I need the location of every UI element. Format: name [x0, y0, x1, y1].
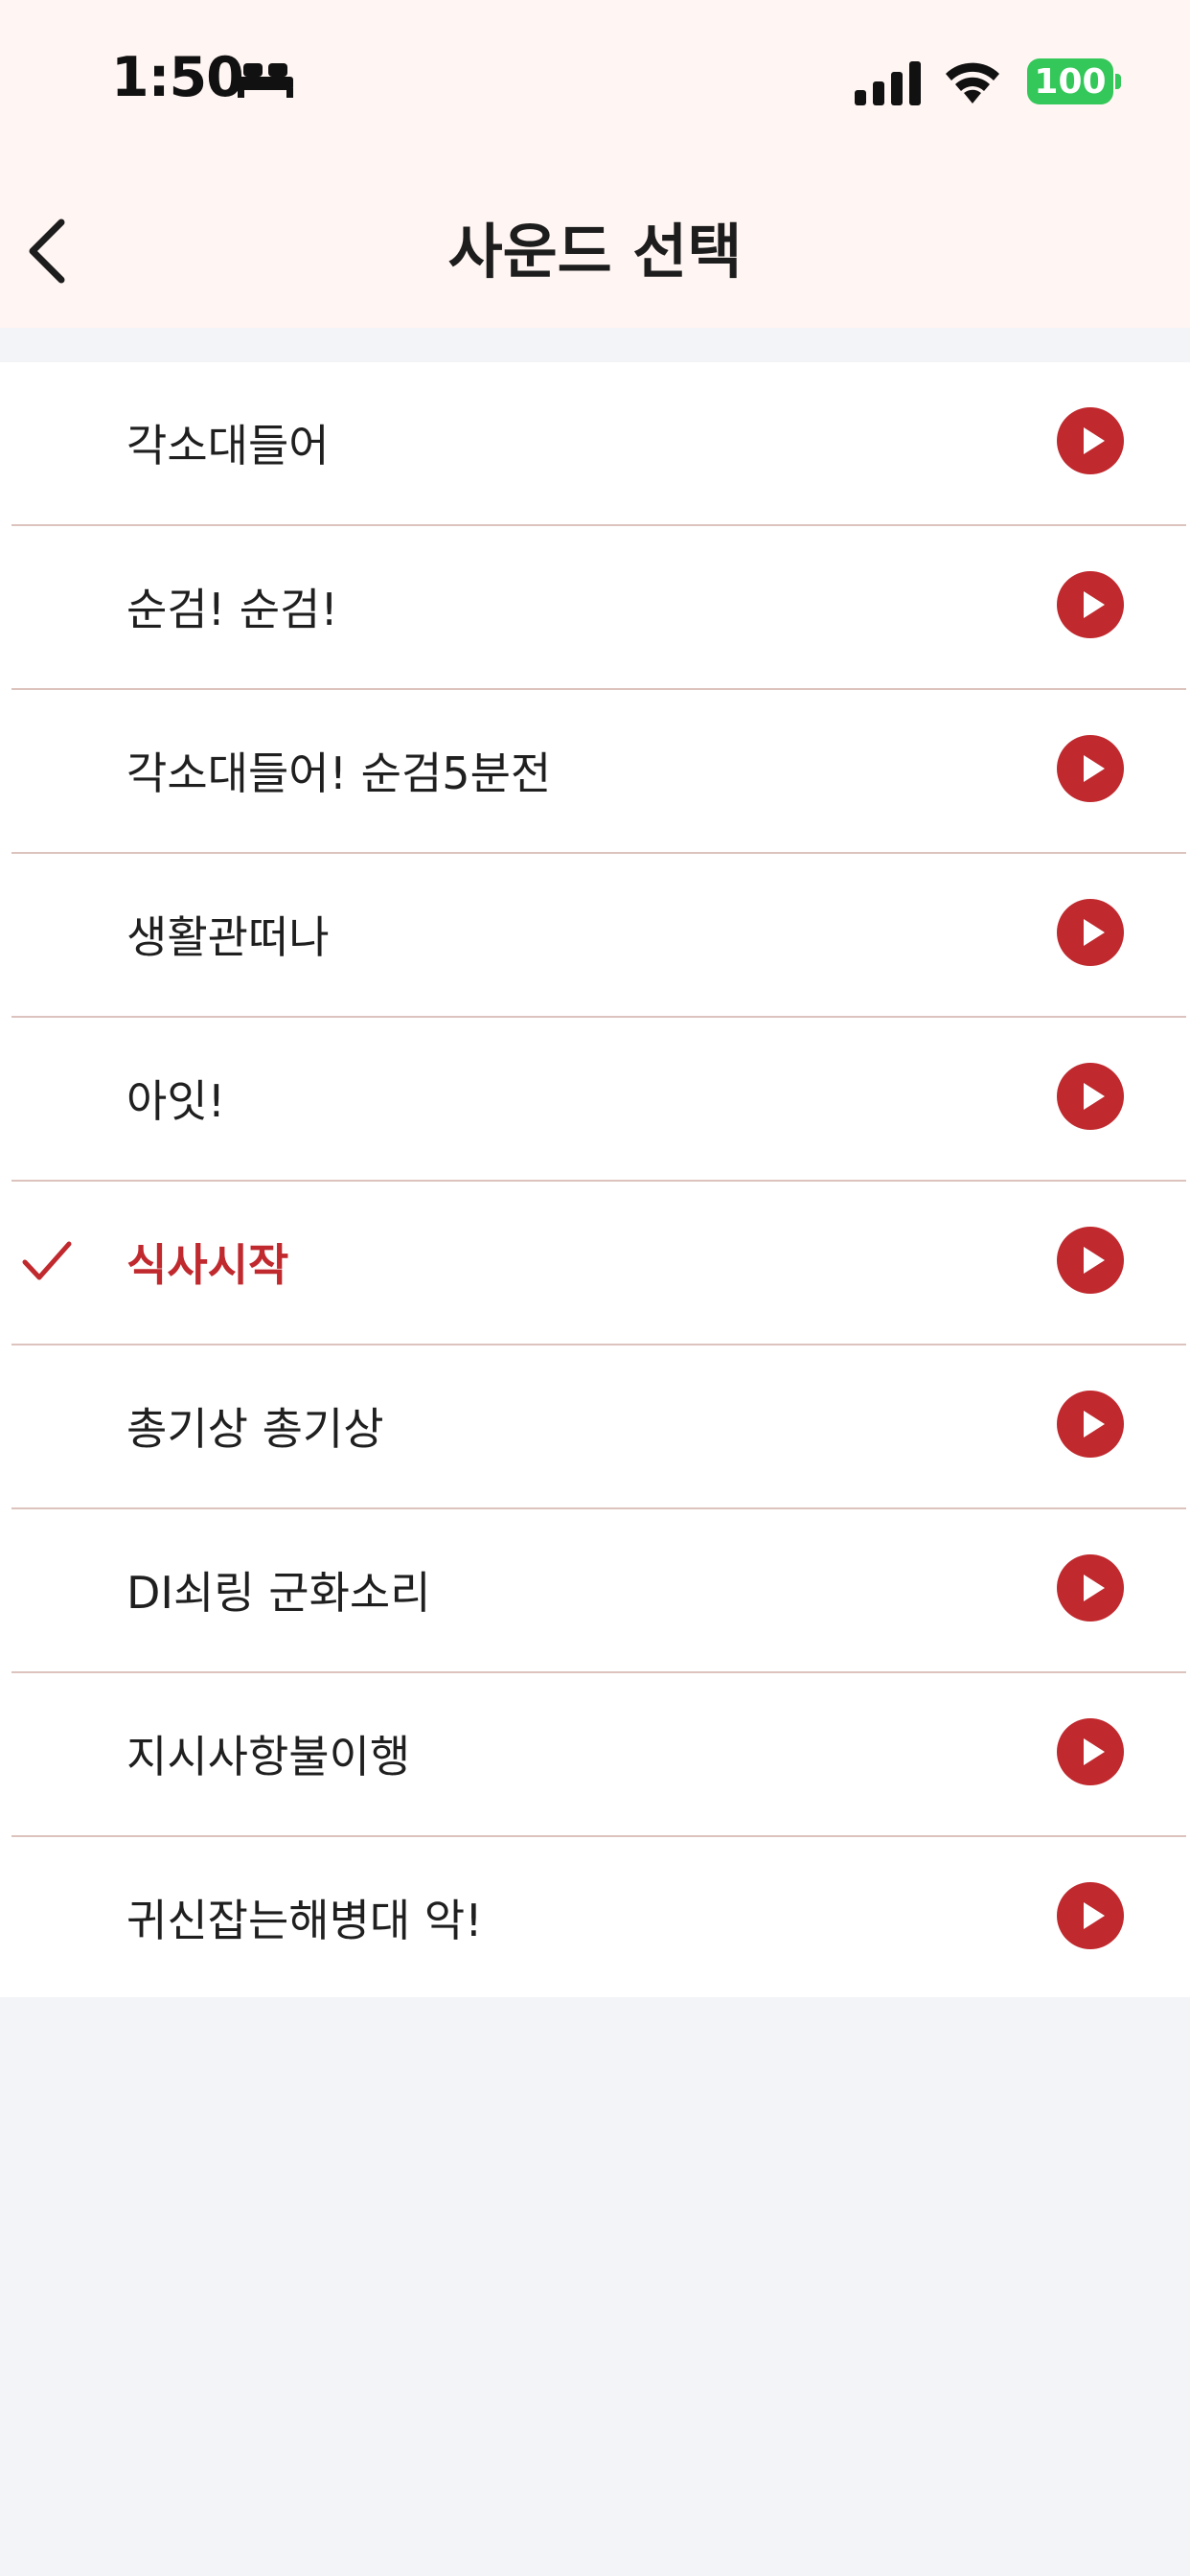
play-icon [1084, 755, 1105, 782]
play-icon [1084, 427, 1105, 454]
play-button[interactable] [1057, 1063, 1124, 1130]
play-icon [1084, 1411, 1105, 1438]
play-button[interactable] [1057, 407, 1124, 474]
sound-label: 지시사항불이행 [126, 1731, 411, 1782]
status-time: 1:50 [111, 46, 244, 109]
sound-label: 순검! 순검! [126, 584, 338, 635]
play-button[interactable] [1057, 735, 1124, 802]
play-icon [1084, 1083, 1105, 1110]
play-icon [1084, 1575, 1105, 1601]
play-icon [1084, 919, 1105, 946]
sound-label: 귀신잡는해병대 악! [126, 1895, 483, 1946]
sound-list: 각소대들어순검! 순검! 각소대들어! 순검5분전생활관떠나아잇! 식사시작총기상 … [0, 362, 1190, 1997]
sound-label: 아잇! [126, 1075, 226, 1127]
battery-icon: 100 [1027, 58, 1121, 104]
battery-cap [1115, 74, 1121, 89]
play-button[interactable] [1057, 1227, 1124, 1294]
play-button[interactable] [1057, 1391, 1124, 1458]
sound-row[interactable]: DI쇠링 군화소리 [0, 1509, 1190, 1673]
sound-row[interactable]: 순검! 순검! [0, 526, 1190, 690]
play-icon [1084, 1738, 1105, 1765]
sound-label: DI쇠링 군화소리 [126, 1567, 431, 1619]
sound-row[interactable]: 각소대들어 [0, 362, 1190, 526]
status-bar: 1:50 100 [0, 0, 1190, 163]
page-title: 사운드 선택 [447, 217, 743, 287]
sound-row[interactable]: 귀신잡는해병대 악! [0, 1837, 1190, 2001]
play-icon [1084, 591, 1105, 618]
play-button[interactable] [1057, 1718, 1124, 1785]
header-area: 1:50 100 사운드 선택 [0, 0, 1190, 328]
checkmark-icon [22, 1241, 72, 1280]
navigation-bar: 사운드 선택 [0, 163, 1190, 328]
play-icon [1084, 1247, 1105, 1274]
play-button[interactable] [1057, 571, 1124, 638]
play-button[interactable] [1057, 899, 1124, 966]
sound-label: 총기상 총기상 [126, 1403, 384, 1455]
play-icon [1084, 1902, 1105, 1929]
sound-row[interactable]: 생활관떠나 [0, 854, 1190, 1018]
signal-icon [855, 61, 921, 105]
play-button[interactable] [1057, 1882, 1124, 1949]
sound-row[interactable]: 아잇! [0, 1018, 1190, 1182]
sound-row[interactable]: 각소대들어! 순검5분전 [0, 690, 1190, 854]
battery-level: 100 [1027, 58, 1113, 104]
sound-row[interactable]: 지시사항불이행 [0, 1673, 1190, 1837]
bed-icon [238, 63, 293, 98]
sound-row[interactable]: 식사시작 [0, 1182, 1190, 1346]
sound-label: 각소대들어! 순검5분전 [126, 748, 552, 799]
play-button[interactable] [1057, 1554, 1124, 1622]
sound-label: 식사시작 [126, 1239, 289, 1291]
sound-row[interactable]: 총기상 총기상 [0, 1346, 1190, 1509]
sound-label: 각소대들어 [126, 420, 330, 472]
wifi-icon [946, 62, 999, 104]
sound-label: 생활관떠나 [126, 911, 330, 963]
